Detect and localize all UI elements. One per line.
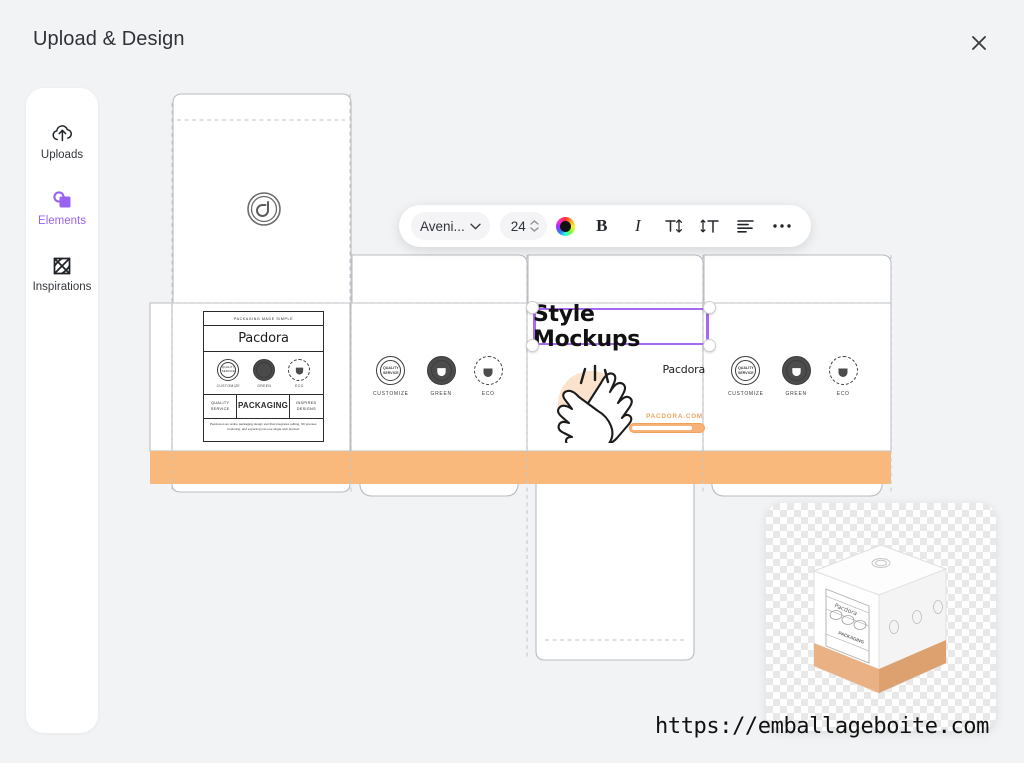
resize-handle-top-left[interactable]: [526, 301, 539, 314]
watermark-url: https://emballageboite.com: [655, 714, 989, 739]
line-height-button[interactable]: [693, 211, 727, 241]
badge-caption: ECO: [836, 391, 850, 397]
feature-cell: INSPIRED DESIGNS: [296, 401, 317, 411]
green-badge-icon: [426, 356, 456, 385]
align-left-icon: [737, 220, 754, 233]
sidebar-item-label: Uploads: [40, 148, 84, 161]
feature-cell: QUALITY SERVICE: [204, 395, 238, 418]
text-format-toolbar[interactable]: Aveni... 24 B I: [399, 205, 811, 247]
eco-badge-icon: [828, 356, 858, 385]
badge-caption: GREEN: [257, 383, 272, 388]
artwork-tagline: PACKAGING MADE SIMPLE: [204, 312, 323, 326]
artwork-badge-row: QUALITY SERVICE CUSTOMIZE GREEN ECO: [204, 352, 323, 395]
design-canvas[interactable]: PACKAGING MADE SIMPLE Pacdora QUALITY SE…: [0, 0, 1024, 763]
front-website-text: PACDORA.COM: [646, 413, 703, 420]
color-picker-button[interactable]: [549, 211, 583, 241]
pacdora-leaf-emblem: [246, 191, 282, 232]
resize-handle-bottom-right[interactable]: [703, 339, 716, 352]
letter-spacing-icon: [665, 219, 682, 233]
list-item: ECO: [288, 358, 311, 388]
font-size-value: 24: [510, 218, 526, 234]
letter-spacing-button[interactable]: [657, 211, 691, 241]
artwork-feature-row: QUALITY SERVICE PACKAGING INSPIRED DESIG…: [204, 395, 323, 419]
green-badge-icon: [781, 356, 811, 385]
front-url-bar: [629, 423, 705, 433]
list-item: QUALITY SERVICE CUSTOMIZE: [216, 358, 241, 388]
list-item: ECO: [473, 356, 503, 397]
resize-handle-top-right[interactable]: [703, 301, 716, 314]
resize-handle-bottom-left[interactable]: [526, 339, 539, 352]
sidebar-item-label: Elements: [38, 214, 86, 227]
sidebar-item-uploads[interactable]: Uploads: [26, 112, 98, 170]
text-value[interactable]: Style Mockups: [533, 302, 709, 352]
more-options-icon: [773, 224, 791, 228]
green-badge-icon: [253, 358, 276, 381]
italic-button[interactable]: I: [621, 211, 655, 241]
stepper-up-down-icon[interactable]: [530, 220, 539, 232]
panel2-badge-group: QUALITY SERVICE CUSTOMIZE GREEN ECO: [373, 356, 503, 397]
font-family-value: Aveni...: [420, 218, 465, 234]
badge-caption: CUSTOMIZE: [216, 383, 241, 388]
artwork-brand: Pacdora: [204, 326, 323, 352]
font-size-stepper[interactable]: 24: [499, 212, 547, 240]
list-item: GREEN: [253, 358, 276, 388]
eco-badge-icon: [288, 358, 311, 381]
chevron-down-icon: [470, 223, 481, 230]
italic-label: I: [634, 216, 641, 235]
eco-badge-icon: [473, 356, 503, 385]
bold-button[interactable]: B: [585, 211, 619, 241]
high-five-hands-illustration: [539, 357, 647, 453]
badge-caption: ECO: [295, 383, 304, 388]
sidebar-item-label: Inspirations: [32, 280, 92, 293]
badge-caption: GREEN: [430, 391, 452, 397]
list-item: GREEN: [426, 356, 456, 397]
quality-badge-icon: QUALITY SERVICE: [731, 356, 761, 385]
accent-band: [172, 451, 891, 484]
artwork-body-text: Pacdora is an online packaging design to…: [209, 422, 318, 431]
line-height-icon: [700, 219, 719, 233]
panel4-badge-group: QUALITY SERVICE CUSTOMIZE GREEN ECO: [728, 356, 858, 397]
badge-caption: GREEN: [785, 391, 807, 397]
badge-mark: QUALITY SERVICE: [737, 366, 754, 375]
quality-badge-icon: QUALITY SERVICE: [217, 358, 240, 381]
cloud-upload-icon: [51, 122, 74, 146]
font-family-select[interactable]: Aveni...: [411, 212, 490, 240]
sidebar-item-inspirations[interactable]: Inspirations: [26, 244, 98, 302]
feature-cell: PACKAGING: [237, 395, 290, 418]
more-options-button[interactable]: [765, 211, 799, 241]
badge-caption: ECO: [481, 391, 495, 397]
shapes-icon: [51, 188, 74, 212]
3d-box-preview[interactable]: Pacdora PACKAGING: [766, 503, 996, 731]
quality-badge-icon: QUALITY SERVICE: [376, 356, 406, 385]
align-left-button[interactable]: [729, 211, 763, 241]
atom-diamond-icon: [51, 254, 73, 278]
badge-mark: QUALITY SERVICE: [221, 365, 235, 373]
preview-box-render: Pacdora PACKAGING: [812, 544, 948, 694]
badge-mark: QUALITY SERVICE: [382, 366, 399, 375]
list-item: QUALITY SERVICE CUSTOMIZE: [373, 356, 409, 397]
front-brand-logo: Pacdora: [662, 363, 705, 376]
left-panel-artwork[interactable]: PACKAGING MADE SIMPLE Pacdora QUALITY SE…: [203, 311, 324, 442]
bold-label: B: [596, 216, 608, 235]
selected-text-element[interactable]: Style Mockups: [526, 301, 716, 352]
list-item: ECO: [828, 356, 858, 397]
sidebar-item-elements[interactable]: Elements: [26, 178, 98, 236]
list-item: QUALITY SERVICE CUSTOMIZE: [728, 356, 764, 397]
color-swatch-icon: [556, 216, 576, 236]
list-item: GREEN: [781, 356, 811, 397]
tool-sidebar[interactable]: Uploads Elements Inspirations: [26, 88, 98, 733]
front-panel-artwork[interactable]: Pacdora PACDORA.COM: [537, 355, 709, 453]
badge-caption: CUSTOMIZE: [728, 391, 764, 397]
badge-caption: CUSTOMIZE: [373, 391, 409, 397]
